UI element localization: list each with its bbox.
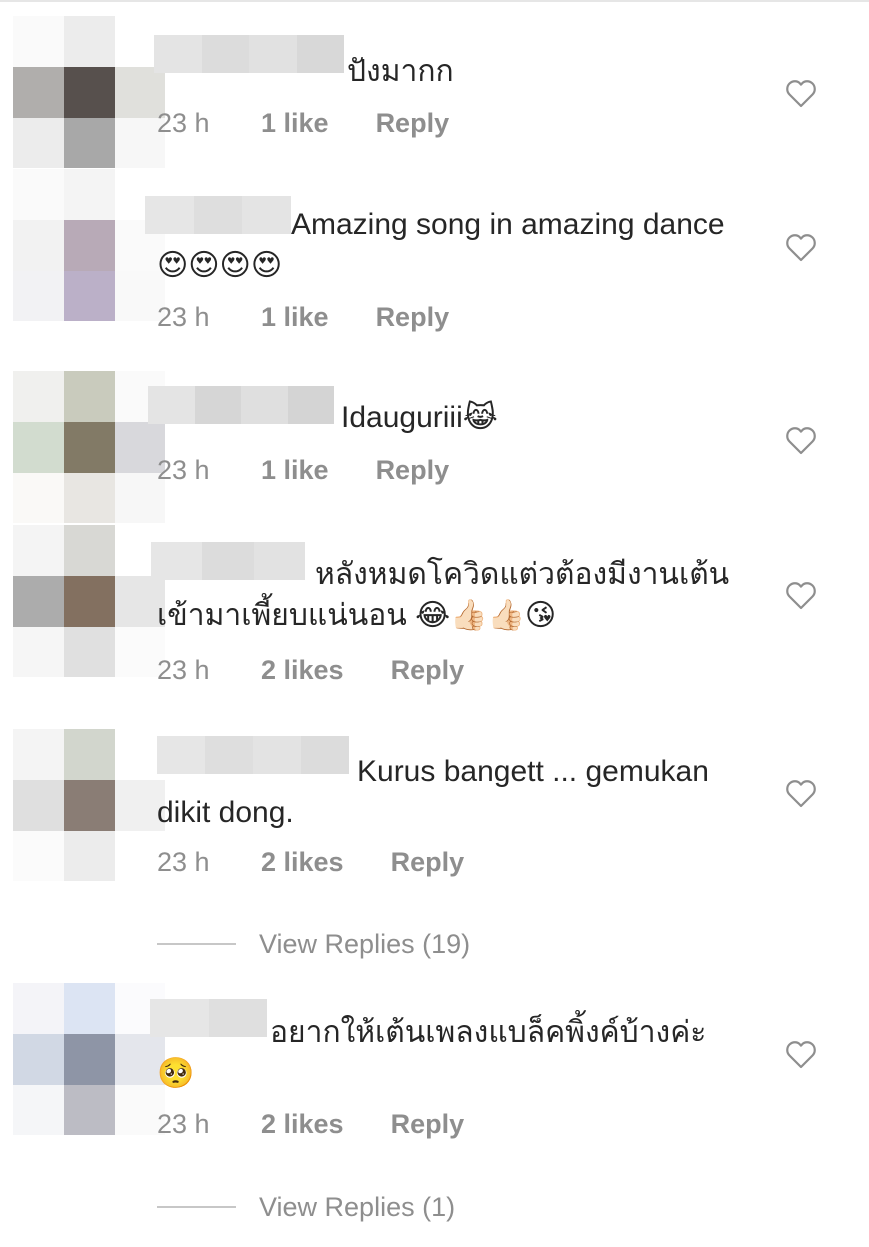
avatar[interactable] [13, 983, 165, 1135]
heart-icon[interactable] [786, 234, 816, 262]
comment-meta: 23 h 2 likes Reply [157, 1106, 464, 1142]
comment-meta: 23 h 2 likes Reply [157, 844, 464, 880]
comment-meta: 23 h 1 like Reply [157, 105, 449, 141]
heart-icon[interactable] [786, 427, 816, 455]
comment-time: 23 h [157, 1109, 210, 1139]
comment-text: ปังมากก [347, 55, 454, 88]
view-replies-button[interactable]: View Replies (19) [157, 926, 470, 962]
reply-button[interactable]: Reply [391, 844, 465, 880]
reply-button[interactable]: Reply [376, 299, 450, 335]
likes-count[interactable]: 1 like [261, 105, 329, 141]
avatar[interactable] [13, 16, 165, 168]
reply-button[interactable]: Reply [376, 105, 450, 141]
likes-count[interactable]: 2 likes [261, 844, 344, 880]
comment-time: 23 h [157, 108, 210, 138]
comment-text: อยากให้เต้นเพลงแบล็คพิ้งค์บ้างค่ะ 🥺 [157, 1016, 707, 1090]
avatar[interactable] [13, 169, 165, 321]
avatar[interactable] [13, 729, 165, 881]
likes-count[interactable]: 1 like [261, 452, 329, 488]
heart-icon[interactable] [786, 582, 816, 610]
comment-time: 23 h [157, 455, 210, 485]
reply-button[interactable]: Reply [376, 452, 450, 488]
likes-count[interactable]: 2 likes [261, 652, 344, 688]
comments-list: ปังมากก 23 h 1 like Reply Amazing song in … [0, 0, 869, 1247]
comment-text: หลังหมดโควิดแต่วต้องมีงานเต้นเข้ามาเพี้ย… [157, 558, 730, 632]
comment-time: 23 h [157, 655, 210, 685]
view-replies-label: View Replies (19) [259, 928, 471, 959]
comment-meta: 23 h 1 like Reply [157, 299, 449, 335]
view-replies-label: View Replies (1) [259, 1191, 456, 1222]
heart-icon[interactable] [786, 80, 816, 108]
view-replies-divider [157, 1206, 236, 1208]
comment-meta: 23 h 2 likes Reply [157, 652, 464, 688]
comment-meta: 23 h 1 like Reply [157, 452, 449, 488]
comment-text: Idauguriii😹 [341, 401, 498, 434]
likes-count[interactable]: 1 like [261, 299, 329, 335]
comment-text: Amazing song in amazing dance😍😍😍😍 [157, 208, 725, 282]
view-replies-button[interactable]: View Replies (1) [157, 1189, 455, 1225]
reply-button[interactable]: Reply [391, 652, 465, 688]
view-replies-divider [157, 943, 236, 945]
comment-text: Kurus bangett ... gemukan dikit dong. [157, 755, 709, 829]
heart-icon[interactable] [786, 1041, 816, 1069]
likes-count[interactable]: 2 likes [261, 1106, 344, 1142]
avatar[interactable] [13, 371, 165, 523]
reply-button[interactable]: Reply [391, 1106, 465, 1142]
heart-icon[interactable] [786, 780, 816, 808]
comment-time: 23 h [157, 847, 210, 877]
avatar[interactable] [13, 525, 165, 677]
comment-time: 23 h [157, 302, 210, 332]
